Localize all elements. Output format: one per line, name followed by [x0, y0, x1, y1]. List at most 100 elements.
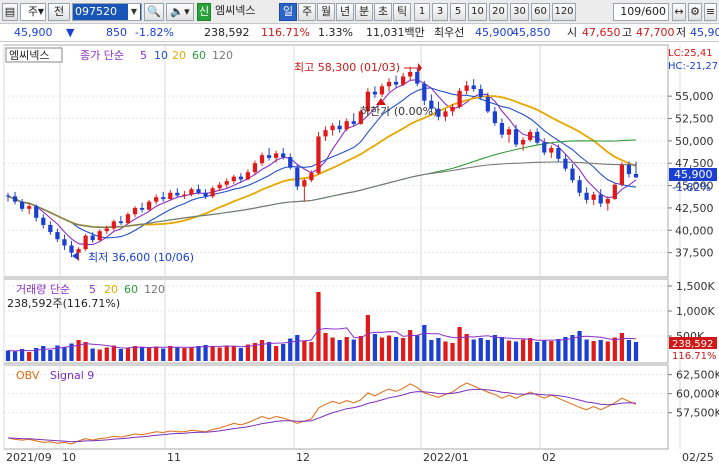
interval-button-60[interactable]: 60 [531, 3, 550, 21]
volume-bar [598, 340, 603, 361]
volume-ratio: 116.71% [261, 26, 310, 39]
candle-body [393, 81, 399, 85]
low-annotation: 최저 36,600 (10/06) [88, 251, 194, 264]
volume-bar [118, 349, 124, 361]
candle-body [168, 192, 173, 199]
x-axis: 2021/09 10 11 12 2022/01 02 02/25 [6, 451, 714, 464]
candle-body [5, 195, 11, 197]
candle-body [556, 148, 561, 159]
stock-chart[interactable]: 55,00052,50050,00047,50045,00042,50040,0… [0, 43, 719, 465]
candle-body [386, 81, 392, 87]
candle-body [196, 189, 201, 193]
candle-body [175, 192, 180, 196]
chart-area[interactable]: 55,000 52,500 50,000 47,500 45,000 42,500 40,0… [0, 43, 719, 465]
volume-bar [104, 347, 109, 361]
lc-label: LC:25,41 [668, 48, 713, 59]
legend-ma-label: 종가 단순 [80, 49, 124, 62]
volume-bar [295, 335, 300, 361]
volume-bar [633, 342, 639, 361]
volume-bar [513, 341, 519, 361]
high-label: 고 [622, 26, 633, 39]
candle-body [415, 72, 420, 84]
volume-bar [351, 339, 356, 361]
volume-bar [506, 340, 512, 361]
display-count-input[interactable]: 109/600 [613, 3, 669, 21]
volume-bar [443, 341, 448, 361]
menu-icon[interactable]: ≡ [704, 3, 717, 21]
volume-bar [549, 341, 554, 361]
candle-body [288, 156, 293, 168]
period-tab-0[interactable]: 일 [279, 3, 297, 21]
candle-body [478, 89, 483, 98]
candle-body [323, 130, 328, 137]
stock-code-input[interactable]: 097520 ▼ [72, 3, 142, 21]
legend-stock-name: 엠씨넥스 [9, 49, 49, 62]
volume-bar [76, 340, 81, 361]
all-button[interactable]: 전 [48, 3, 70, 21]
candle-body [464, 85, 469, 91]
high-price: 47,700 [636, 26, 675, 39]
last-volume-pct: 116.71% [672, 351, 717, 362]
volume-bar [210, 346, 215, 361]
volume-bar [196, 346, 201, 361]
candle-body [12, 196, 18, 202]
candle-body [76, 249, 81, 253]
candle-body [217, 184, 222, 189]
period-tab-1[interactable]: 주 [298, 3, 316, 21]
dropdown-arrow-icon: ▼ [37, 7, 44, 16]
candle-body [281, 153, 286, 157]
interval-button-30[interactable]: 30 [510, 3, 529, 21]
period-tab-4[interactable]: 분 [355, 3, 373, 21]
open-price: 47,650 [582, 26, 621, 39]
candle-body [48, 224, 53, 233]
interval-button-5[interactable]: 5 [450, 3, 466, 21]
last-change-label: -1.82% [672, 181, 711, 194]
x-tick-label: 11 [167, 451, 181, 464]
search-icon[interactable]: 🔍 [144, 3, 164, 21]
x-tick-label: 2021/09 [6, 451, 52, 464]
settings-icon[interactable]: ⚙ [688, 3, 702, 21]
low-price: 45,900 [690, 26, 719, 39]
volume-bar [323, 333, 328, 361]
move-left-icon[interactable]: ↔ [672, 3, 686, 21]
volume-bar [542, 340, 547, 361]
volume-bar [499, 337, 505, 361]
interval-button-20[interactable]: 20 [489, 3, 508, 21]
candle-body [27, 206, 32, 209]
volume-bar [309, 342, 314, 361]
price-panel[interactable] [3, 44, 669, 278]
period-tab-2[interactable]: 월 [317, 3, 335, 21]
interval-button-10[interactable]: 10 [468, 3, 487, 21]
volume-bar [83, 342, 88, 361]
ask-price: 45,900 [475, 26, 514, 39]
volume-bar [330, 337, 335, 361]
volume-bar [528, 338, 533, 361]
volume-bar [224, 345, 229, 361]
interval-button-120[interactable]: 120 [552, 3, 576, 21]
volume-bar [556, 339, 561, 361]
signal-legend-label: Signal 9 [50, 369, 94, 382]
volume-bar [422, 325, 427, 361]
volume-bar [5, 350, 11, 361]
volume-bar [245, 344, 251, 361]
candle-body [337, 125, 342, 130]
volume-bar [62, 347, 67, 361]
legend-ma-5: 5 [140, 49, 147, 62]
market-select[interactable]: 주 ▼ [20, 3, 46, 21]
stock-list-icon[interactable]: ▤ [2, 3, 18, 21]
candle-body [372, 91, 378, 95]
period-tab-6[interactable]: 틱 [393, 3, 411, 21]
obv-panel[interactable] [3, 364, 669, 450]
legend-ma-60: 60 [192, 49, 206, 62]
interval-button-1[interactable]: 1 [414, 3, 430, 21]
volume-bar [281, 344, 286, 361]
sound-icon[interactable]: 🔈▾ [166, 3, 194, 21]
interval-button-3[interactable]: 3 [432, 3, 448, 21]
high-annotation: 최고 58,300 (01/03) [294, 61, 400, 74]
candle-body [41, 217, 46, 225]
period-tab-5[interactable]: 초 [374, 3, 392, 21]
period-tab-3[interactable]: 년 [336, 3, 354, 21]
volume-bar [584, 339, 589, 361]
candle-body [266, 155, 272, 158]
code-dropdown-icon[interactable]: ▼ [128, 4, 140, 20]
